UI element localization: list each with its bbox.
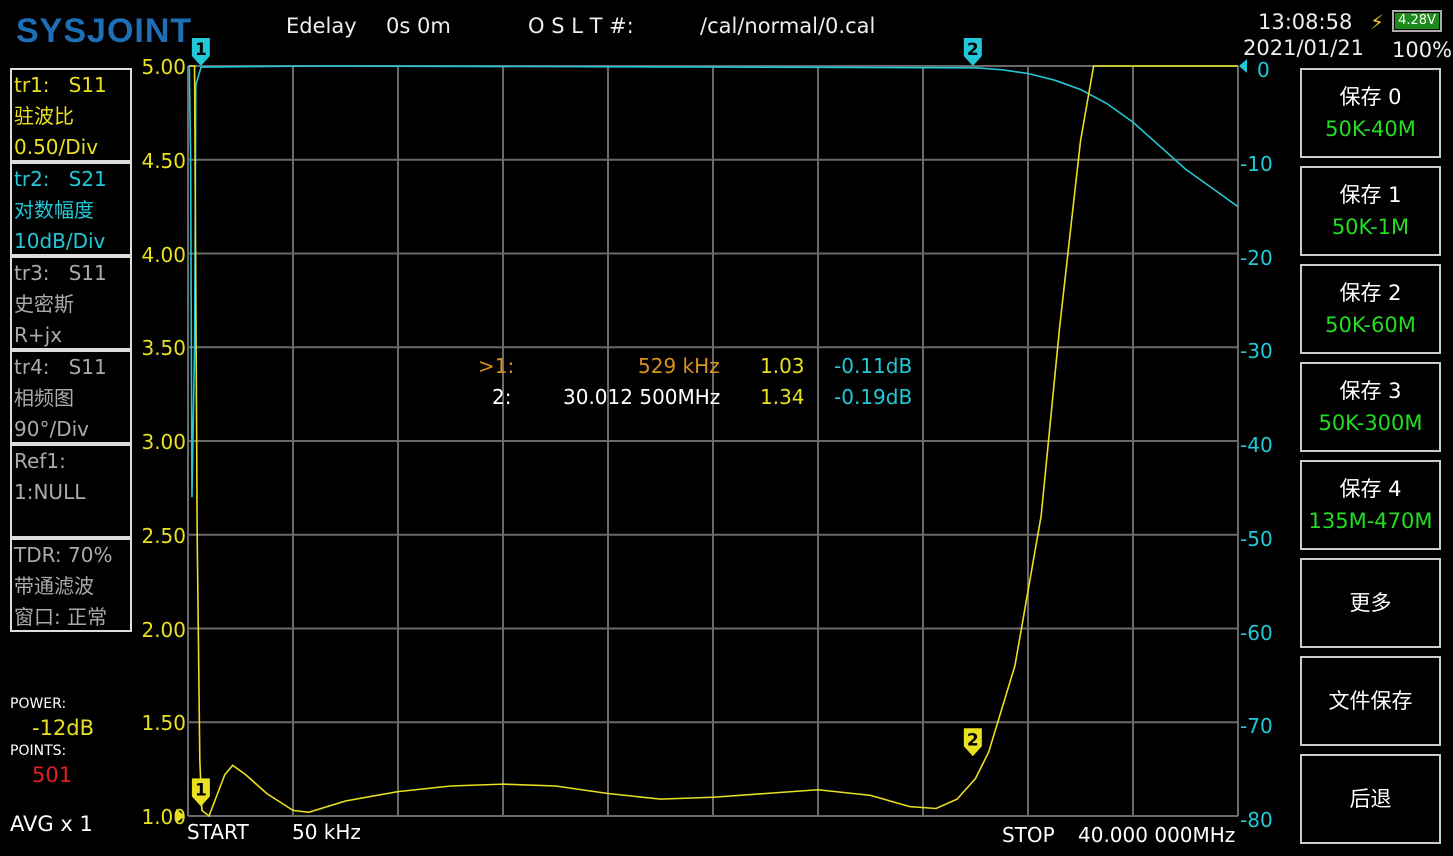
softkey-7[interactable]: 后退 (1300, 754, 1441, 844)
plot-area[interactable]: 1 2 1 2 (0, 0, 1453, 856)
svg-text:2: 2 (967, 730, 979, 750)
swr-marker-1[interactable]: 1 (191, 778, 210, 807)
softkey-2[interactable]: 保存 2 50K-60M (1300, 264, 1441, 354)
softkey-6[interactable]: 文件保存 (1300, 656, 1441, 746)
softkey-label: 保存 1 (1339, 183, 1402, 207)
softkey-label: 后退 (1349, 787, 1392, 811)
softkey-label: 保存 0 (1339, 85, 1402, 109)
softkey-label: 文件保存 (1328, 689, 1413, 713)
marker1-swr: 1.03 (760, 354, 805, 378)
marker2-swr: 1.34 (760, 385, 805, 409)
s21-ref-arrow (1239, 59, 1247, 73)
softkey-4[interactable]: 保存 4 135M-470M (1300, 460, 1441, 550)
s21-marker-1[interactable]: 1 (191, 38, 210, 66)
marker1-prefix: >1: (478, 354, 515, 378)
svg-text:1: 1 (195, 40, 207, 60)
softkey-range: 135M-470M (1308, 509, 1433, 533)
softkey-label: 保存 2 (1339, 281, 1402, 305)
softkey-label: 保存 4 (1339, 477, 1402, 501)
softkey-range: 50K-300M (1318, 411, 1423, 435)
svg-text:1: 1 (195, 780, 207, 800)
swr-marker-2[interactable]: 2 (963, 728, 982, 757)
softkey-0[interactable]: 保存 0 50K-40M (1300, 68, 1441, 158)
marker2-prefix: 2: (492, 385, 512, 409)
softkey-3[interactable]: 保存 3 50K-300M (1300, 362, 1441, 452)
svg-text:2: 2 (967, 40, 979, 60)
swr-ref-arrow (176, 809, 185, 823)
softkey-range: 50K-1M (1331, 215, 1410, 239)
softkey-label: 更多 (1349, 591, 1392, 615)
s21-marker-2[interactable]: 2 (963, 38, 982, 66)
softkey-range: 50K-40M (1325, 117, 1416, 141)
softkey-1[interactable]: 保存 1 50K-1M (1300, 166, 1441, 256)
marker2-db: -0.19dB (834, 385, 913, 409)
softkey-range: 50K-60M (1325, 313, 1416, 337)
marker1-freq: 529 kHz (638, 354, 720, 378)
marker2-freq: 30.012 500MHz (563, 385, 721, 409)
softkey-label: 保存 3 (1339, 379, 1402, 403)
softkey-5[interactable]: 更多 (1300, 558, 1441, 648)
marker1-db: -0.11dB (834, 354, 913, 378)
